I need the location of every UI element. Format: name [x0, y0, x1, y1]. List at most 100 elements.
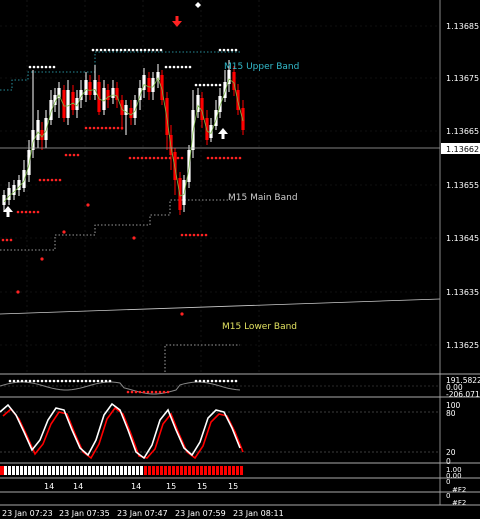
signal-dot [226, 48, 230, 52]
histogram-bar [52, 466, 55, 475]
signal-dot [16, 210, 20, 214]
signal-dot [103, 48, 107, 52]
signal-dot [99, 48, 103, 52]
signal-dot [44, 65, 48, 69]
cci-dot [206, 379, 210, 383]
candle-body [205, 118, 209, 140]
histogram-bar [216, 466, 219, 475]
cci-dot [84, 379, 88, 383]
cci-dot [230, 379, 234, 383]
time-label: 23 Jan 07:59 [175, 509, 226, 518]
signal-dot [238, 156, 242, 160]
signal-dot [152, 156, 156, 160]
cci-dot [104, 379, 108, 383]
histogram-bar [64, 466, 67, 475]
signal-dot [116, 126, 120, 130]
time-label: 23 Jan 07:23 [2, 509, 53, 518]
signal-dot [230, 48, 234, 52]
signal-dot [188, 233, 192, 237]
signal-dot [32, 65, 36, 69]
signal-dot [214, 156, 218, 160]
signal-dot [230, 156, 234, 160]
cci-label: -206.0715 [446, 390, 480, 399]
histogram-bar [208, 466, 211, 475]
trading-chart[interactable]: M15 Upper Band M15 Main Band M15 Lower B… [0, 0, 480, 519]
signal-dot [184, 233, 188, 237]
candle-body [44, 118, 48, 140]
signal-dot [234, 48, 238, 52]
histogram-bar [236, 466, 239, 475]
time-label: 23 Jan 07:35 [59, 509, 110, 518]
signal-dot [112, 126, 116, 130]
cci-dot [222, 379, 226, 383]
signal-dot [84, 126, 88, 130]
bottom-panel-label: #F2 [452, 499, 466, 507]
candle-body [2, 195, 6, 205]
histogram-bar [80, 466, 83, 475]
histogram-bar [48, 466, 51, 475]
lower-band-label: M15 Lower Band [222, 322, 297, 332]
signal-dot [218, 48, 222, 52]
cci-dot [88, 379, 92, 383]
signal-dot [16, 290, 20, 294]
histogram-bar [12, 466, 15, 475]
cci-dot [72, 379, 76, 383]
histogram-bar [160, 466, 163, 475]
signal-dot [160, 156, 164, 160]
signal-dot [218, 156, 222, 160]
histogram-bar [188, 466, 191, 475]
signal-dot [180, 156, 184, 160]
small-panel-label: #F2 [452, 486, 466, 494]
cci-dot [150, 390, 154, 394]
signal-dot [168, 65, 172, 69]
signal-dot [200, 233, 204, 237]
signal-dot [24, 210, 28, 214]
candle-body [147, 78, 151, 92]
time-axis: 23 Jan 07:23 23 Jan 07:35 23 Jan 07:47 2… [2, 509, 284, 518]
signal-dot [64, 153, 68, 157]
histogram-bar [124, 466, 127, 475]
signal-dot [58, 178, 62, 182]
signal-dot [40, 65, 44, 69]
candle-body [12, 185, 16, 195]
cci-dot [126, 390, 130, 394]
candle-body [66, 90, 70, 118]
signal-dot [206, 156, 210, 160]
price-label: 1.13645 [446, 234, 479, 243]
histogram-bar [180, 466, 183, 475]
panel-row-label: 14 [44, 482, 54, 491]
cci-dot [36, 379, 40, 383]
signal-dot [9, 238, 13, 242]
signal-dot [52, 65, 56, 69]
signal-dot [184, 65, 188, 69]
signal-dot [206, 83, 210, 87]
histogram-bar [16, 466, 19, 475]
cci-dot [32, 379, 36, 383]
histogram-bar [156, 466, 159, 475]
histogram-bar [172, 466, 175, 475]
cci-dot [142, 390, 146, 394]
signal-dot [172, 65, 176, 69]
signal-dot [151, 48, 155, 52]
signal-dot [46, 178, 50, 182]
cci-dot [134, 390, 138, 394]
histogram-bar [116, 466, 119, 475]
cci-dot [202, 379, 206, 383]
histogram-bar [4, 466, 7, 475]
cci-dot [130, 390, 134, 394]
signal-dot [155, 48, 159, 52]
price-label: 1.13655 [446, 181, 479, 190]
histogram-bar [32, 466, 35, 475]
signal-dot [210, 156, 214, 160]
signal-dot [156, 156, 160, 160]
signal-dot [202, 83, 206, 87]
histogram-bar [228, 466, 231, 475]
signal-dot [180, 65, 184, 69]
panel-row-label: 15 [228, 482, 238, 491]
histogram-bar [20, 466, 23, 475]
signal-dot [132, 156, 136, 160]
signal-dot [214, 83, 218, 87]
price-label: 1.13635 [446, 288, 479, 297]
main-band-label: M15 Main Band [228, 193, 298, 203]
histogram-bar [88, 466, 91, 475]
